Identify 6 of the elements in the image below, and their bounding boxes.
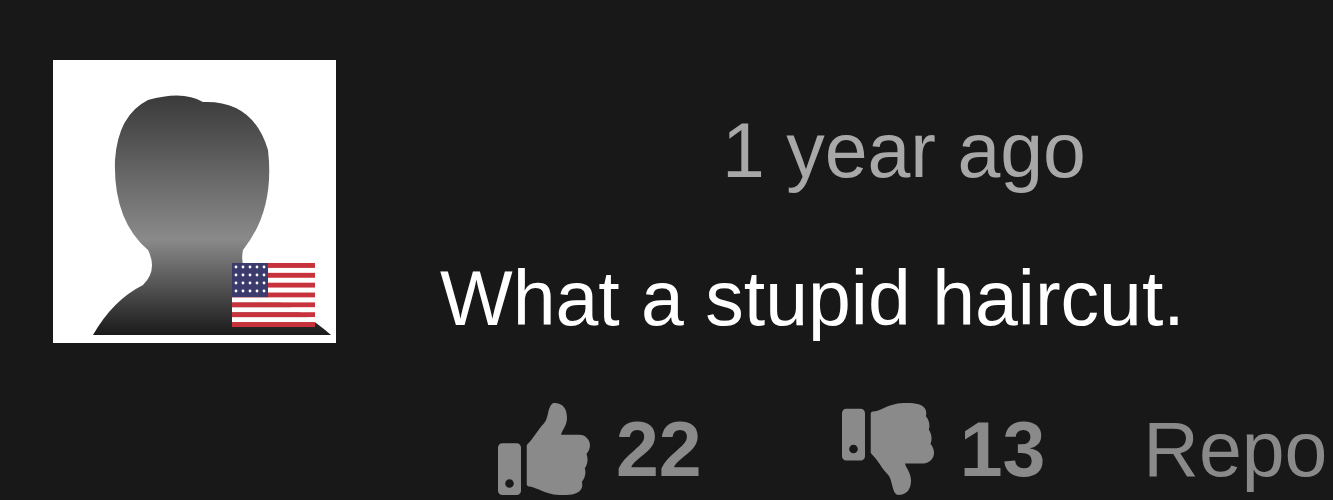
- person-silhouette-icon: [93, 95, 331, 335]
- thumbs-up-icon[interactable]: [498, 403, 590, 495]
- dislike-count: 13: [959, 410, 1046, 488]
- like-count: 22: [616, 410, 702, 488]
- flag-icon: [232, 263, 315, 327]
- thumbs-down-icon[interactable]: [841, 403, 934, 495]
